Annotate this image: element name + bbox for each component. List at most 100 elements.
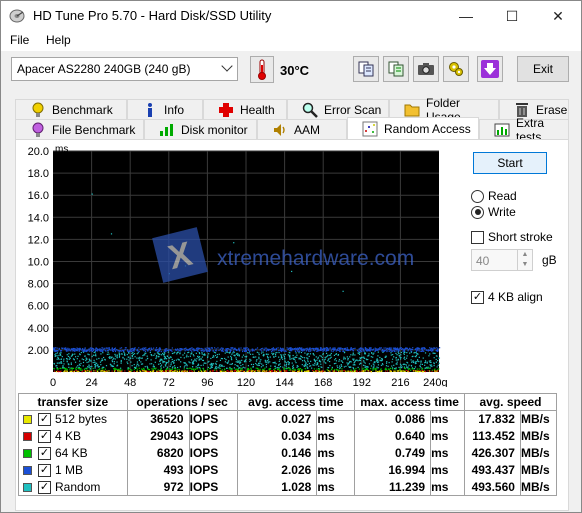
point-random: [371, 352, 373, 354]
series-checkbox[interactable]: ✓: [38, 464, 51, 478]
point-1mb: [395, 347, 397, 349]
point-1mb: [329, 347, 331, 349]
read-option[interactable]: Read: [471, 189, 517, 203]
point-1mb: [381, 348, 384, 351]
point-512b: [398, 370, 400, 372]
short-stroke-option[interactable]: Short stroke: [471, 230, 553, 244]
extra-tests-icon: [494, 122, 510, 138]
maximize-button[interactable]: ☐: [489, 1, 535, 31]
point-random: [250, 363, 253, 366]
point-random: [238, 355, 240, 357]
point-64kb: [155, 367, 157, 369]
transfer-size-cell[interactable]: ✓ 1 MB: [18, 461, 128, 479]
tab-disk-monitor[interactable]: Disk monitor: [144, 119, 257, 139]
point-1mb: [72, 347, 74, 350]
series-checkbox[interactable]: ✓: [38, 413, 51, 427]
point-1mb: [206, 350, 208, 352]
exit-button[interactable]: Exit: [517, 56, 569, 82]
tab-info-label: Info: [164, 102, 185, 117]
point-random: [317, 362, 319, 364]
point-random: [327, 359, 329, 362]
point-512b: [291, 370, 294, 372]
start-button[interactable]: Start: [473, 152, 547, 174]
series-checkbox[interactable]: ✓: [38, 480, 51, 494]
tab-benchmark[interactable]: Benchmark: [15, 99, 127, 119]
tab-info[interactable]: Info: [127, 99, 203, 119]
point-1mb: [332, 350, 334, 353]
header-operations: operations / sec: [126, 393, 238, 411]
point-64kb: [136, 369, 139, 371]
point-1mb: [92, 349, 94, 351]
point-64kb: [337, 369, 339, 371]
point-64kb: [121, 369, 123, 371]
tab-random-access[interactable]: Random Access: [347, 117, 479, 139]
align-option[interactable]: ✓ 4 KB align: [471, 290, 543, 304]
tab-aam[interactable]: AAM: [257, 119, 347, 139]
point-random: [86, 361, 88, 364]
point-random: [93, 359, 95, 361]
temperature-button[interactable]: [250, 56, 274, 83]
point-512b: [246, 370, 248, 373]
point-random: [317, 357, 319, 360]
point-1mb: [438, 347, 441, 349]
point-512b: [362, 370, 365, 372]
copy-text-button[interactable]: [353, 56, 379, 82]
point-64kb: [199, 368, 201, 370]
tab-extra-tests[interactable]: Extra tests: [479, 116, 569, 144]
point-random: [287, 360, 289, 363]
short-stroke-spinner[interactable]: 40 ▲ ▼: [471, 249, 533, 271]
watermark-text: xtremehardware.com: [217, 247, 414, 270]
write-radio[interactable]: [471, 205, 484, 219]
point-random: [337, 354, 339, 356]
tab-file-benchmark[interactable]: File Benchmark: [15, 119, 144, 139]
series-checkbox[interactable]: ✓: [38, 447, 51, 461]
point-64kb: [403, 367, 406, 369]
menu-help[interactable]: Help: [46, 33, 71, 47]
tab-folder-usage[interactable]: Folder Usage: [389, 96, 499, 124]
drive-select[interactable]: Apacer AS2280 240GB (240 gB): [11, 57, 238, 81]
point-1mb: [362, 350, 365, 352]
point-512b: [259, 370, 261, 372]
point-random: [189, 362, 191, 364]
point-random: [114, 358, 116, 360]
write-option[interactable]: Write: [471, 205, 516, 219]
tab-error-scan[interactable]: Error Scan: [287, 99, 389, 119]
point-random: [309, 353, 312, 355]
point-random: [92, 361, 94, 364]
minimize-button[interactable]: —: [443, 1, 489, 31]
point-512b: [69, 370, 71, 372]
x-tick-label: 48: [124, 377, 136, 387]
transfer-size-cell[interactable]: ✓ Random: [18, 478, 128, 496]
point-1mb: [367, 348, 369, 351]
copy-info-button[interactable]: [383, 56, 409, 82]
transfer-size-cell[interactable]: ✓ 512 bytes: [18, 410, 128, 428]
save-button[interactable]: [477, 56, 503, 82]
point-random: [176, 366, 179, 369]
point-random: [140, 361, 142, 363]
point-512b: [340, 370, 342, 372]
point-random: [220, 357, 223, 360]
point-64kb: [250, 367, 252, 369]
point-random: [182, 354, 184, 356]
point-1mb: [102, 347, 104, 349]
align-checkbox[interactable]: ✓: [471, 290, 484, 304]
menu-file[interactable]: File: [10, 33, 29, 47]
point-random: [265, 366, 268, 368]
point-random: [87, 366, 89, 368]
transfer-size-cell[interactable]: ✓ 4 KB: [18, 427, 128, 445]
point-64kb: [298, 368, 300, 370]
read-radio[interactable]: [471, 189, 484, 203]
tab-health[interactable]: Health: [203, 99, 287, 119]
series-checkbox[interactable]: ✓: [38, 430, 51, 444]
short-stroke-checkbox[interactable]: [471, 230, 484, 244]
spinner-arrows-icon[interactable]: ▲ ▼: [517, 250, 532, 270]
options-button[interactable]: [443, 56, 469, 82]
close-button[interactable]: ✕: [535, 1, 581, 31]
point-4kb: [356, 371, 358, 373]
point-random: [405, 357, 408, 359]
screenshot-button[interactable]: [413, 56, 439, 82]
point-1mb: [418, 350, 420, 352]
point-random: [366, 366, 368, 368]
point-random: [403, 357, 405, 359]
transfer-size-cell[interactable]: ✓ 64 KB: [18, 444, 128, 462]
